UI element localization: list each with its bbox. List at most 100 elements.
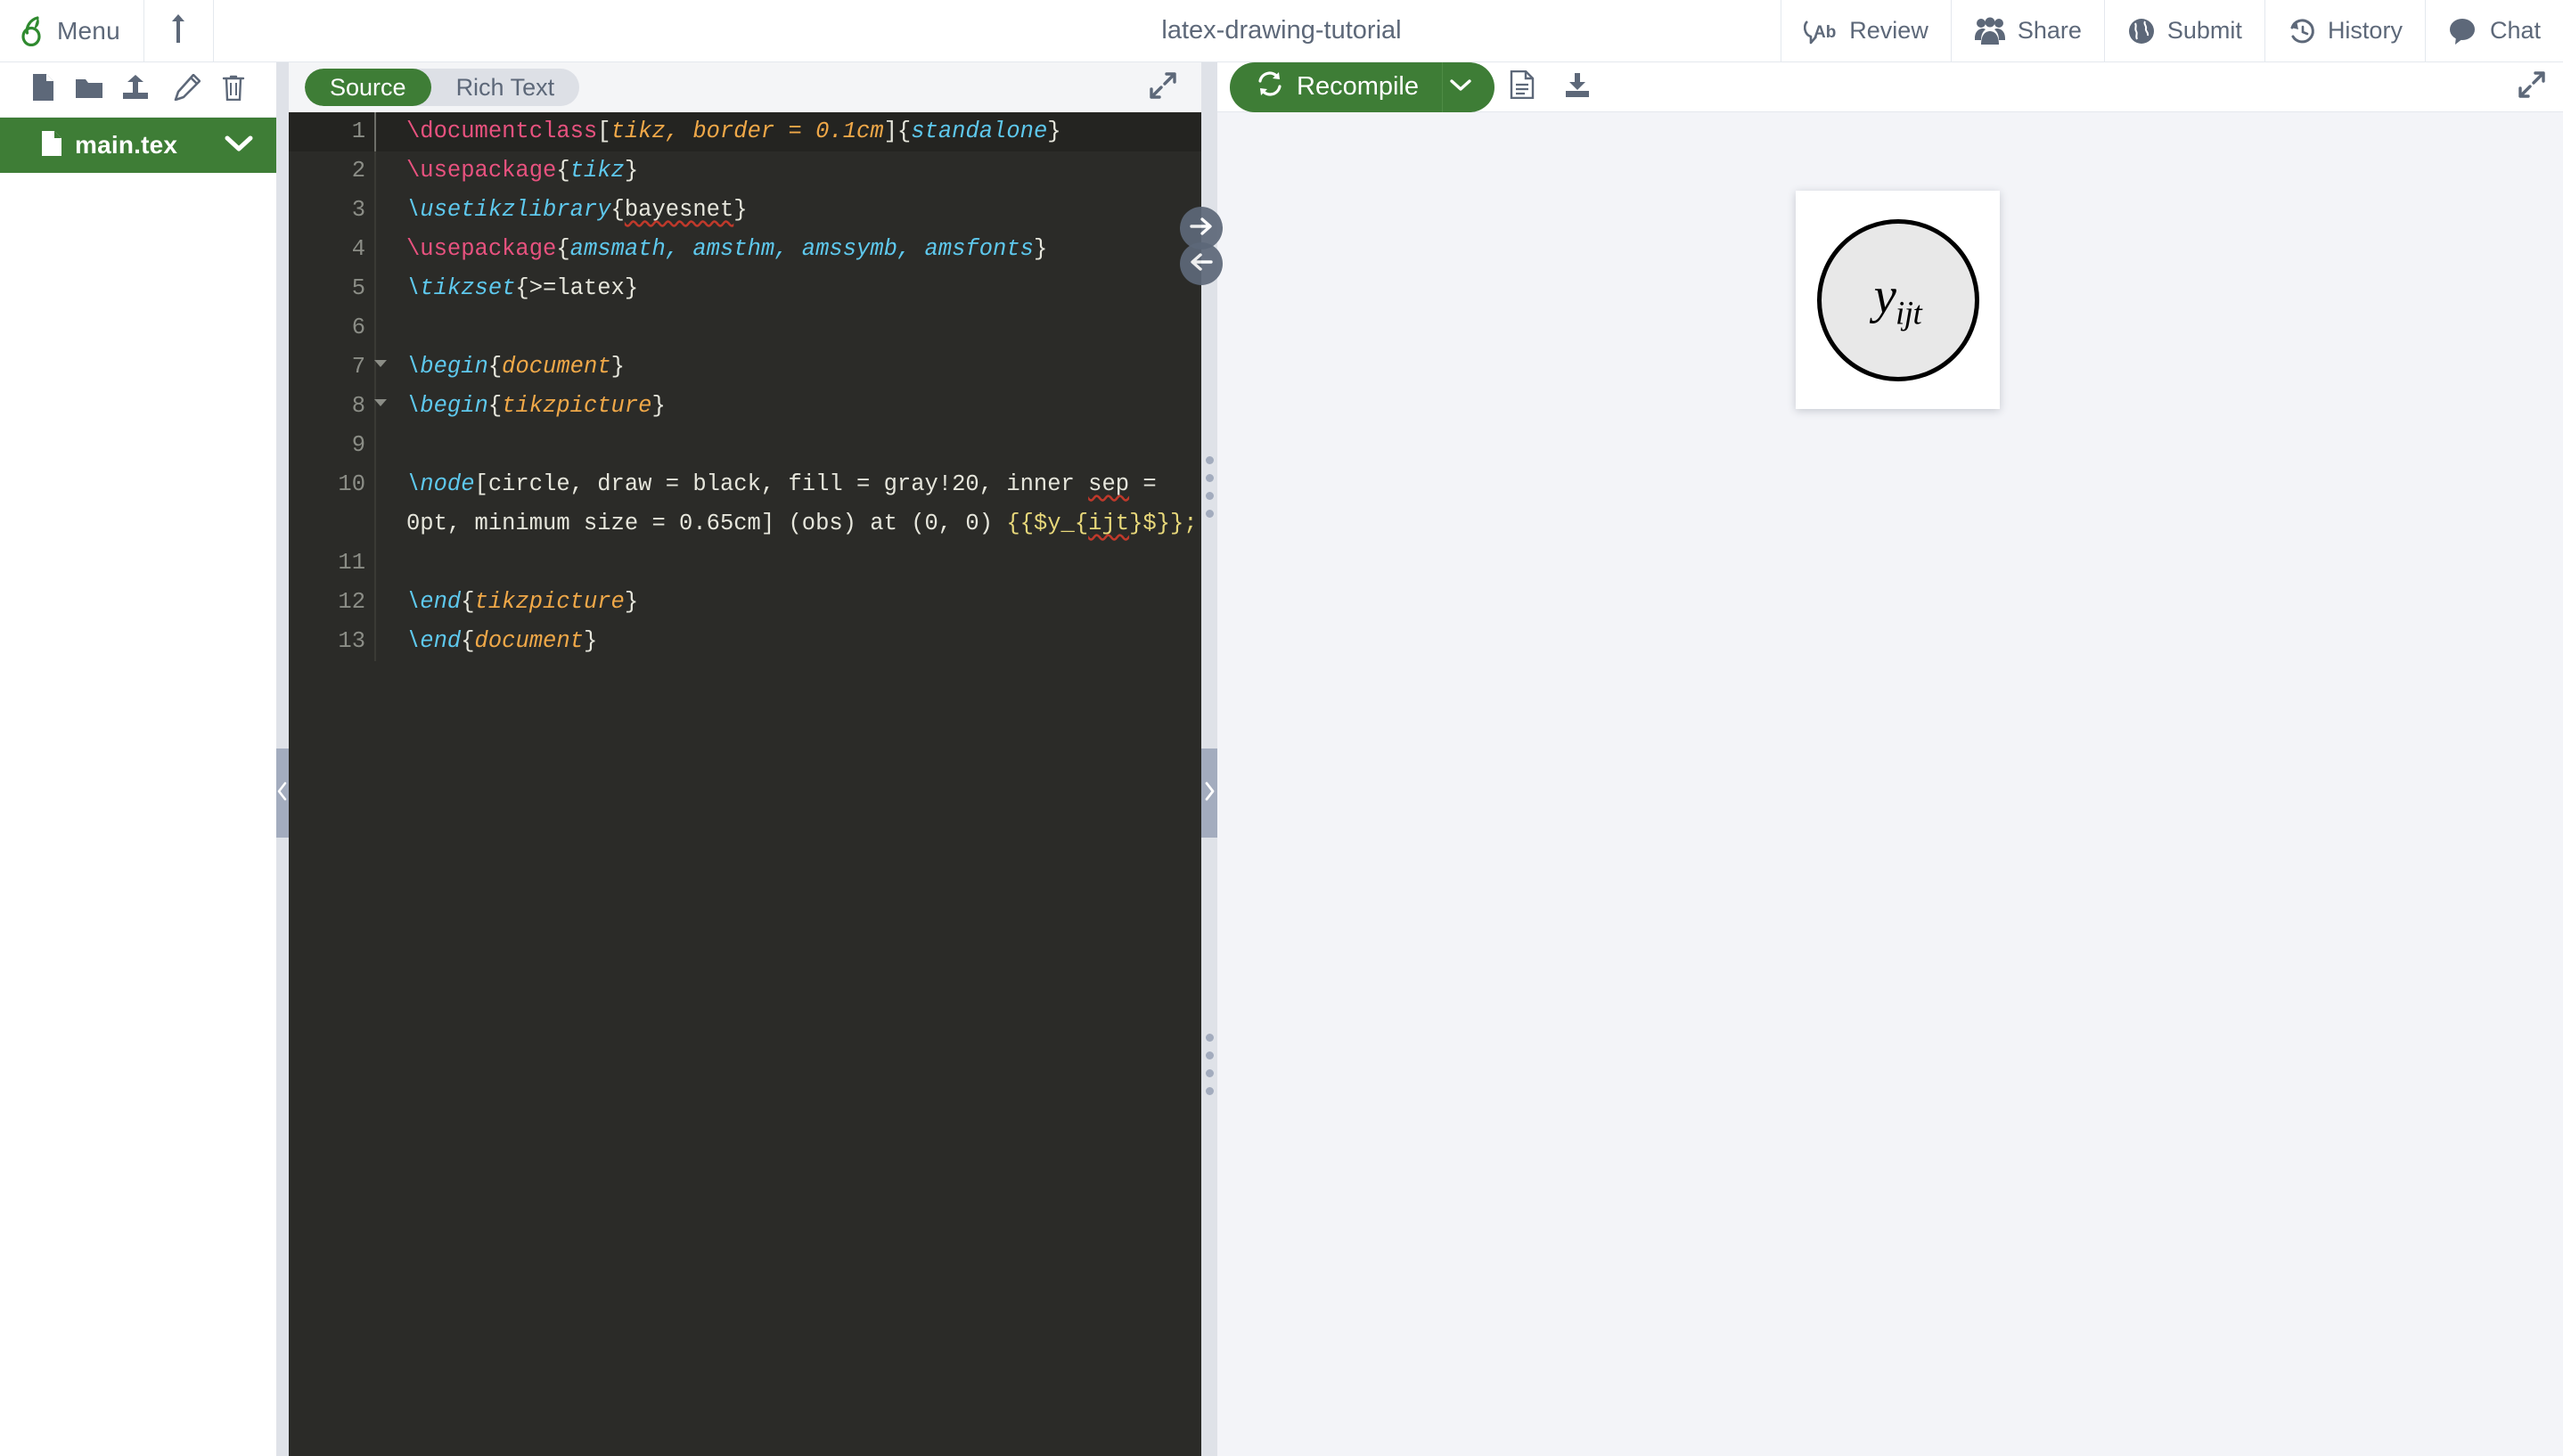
review-ab-icon: Ab — [1804, 17, 1838, 45]
code-line-text[interactable]: \usetikzlibrary{bayesnet} — [374, 191, 1201, 230]
code-line-text[interactable]: \end{tikzpicture} — [374, 583, 1201, 622]
code-line-row[interactable]: 10 \node[circle, draw = black, fill = gra… — [289, 465, 1201, 544]
code-line-text[interactable]: \node[circle, draw = black, fill = gray!… — [374, 465, 1201, 544]
pdf-panel-collapse-handle[interactable] — [1201, 748, 1217, 838]
code-token: bayesnet — [624, 197, 734, 223]
code-line-row[interactable]: 1 \documentclass[tikz, border = 0.1cm]{st… — [289, 112, 1201, 151]
nav-history-label: History — [2327, 17, 2403, 44]
line-number: 9 — [351, 432, 365, 458]
code-token: \end — [406, 589, 462, 615]
code-editor-content[interactable]: 1 \documentclass[tikz, border = 0.1cm]{st… — [289, 112, 1201, 1456]
code-token: { — [556, 236, 570, 262]
code-line-text[interactable] — [374, 544, 1201, 583]
code-line-row[interactable]: 13 \end{document} — [289, 622, 1201, 661]
code-line-text[interactable] — [374, 426, 1201, 465]
compile-logs-icon — [1510, 70, 1535, 103]
code-line-text[interactable]: \usepackage{amsmath, amsthm, amssymb, am… — [374, 230, 1201, 269]
fold-arrow-icon[interactable] — [374, 399, 387, 406]
new-folder-button[interactable] — [66, 75, 112, 104]
code-token: { — [487, 393, 503, 419]
code-token: } — [610, 354, 625, 380]
upload-project-button[interactable] — [144, 0, 214, 61]
code-line-row[interactable]: 7 \begin{document} — [289, 348, 1201, 387]
code-line-row[interactable]: 9 — [289, 426, 1201, 465]
history-clock-icon — [2288, 17, 2316, 45]
recompile-options-button[interactable] — [1442, 61, 1494, 112]
fold-arrow-icon[interactable] — [374, 360, 387, 367]
code-line-text[interactable]: \tikzset{>=latex} — [374, 269, 1201, 308]
code-line-row[interactable]: 6 — [289, 308, 1201, 348]
new-file-button[interactable] — [20, 73, 66, 106]
line-number: 8 — [289, 387, 387, 426]
editor-expand-button[interactable] — [1150, 71, 1176, 103]
recompile-button[interactable]: Recompile — [1230, 61, 1442, 112]
code-line-text[interactable] — [374, 308, 1201, 348]
nav-submit-label: Submit — [2166, 17, 2242, 44]
code-line-text[interactable]: \end{document} — [374, 622, 1201, 661]
code-line-row[interactable]: 5 \tikzset{>=latex} — [289, 269, 1201, 308]
code-line-row[interactable]: 4 \usepackage{amsmath, amsthm, amssymb, a… — [289, 230, 1201, 269]
download-pdf-icon — [1563, 71, 1592, 102]
code-token: } — [733, 197, 748, 223]
upload-arrow-icon — [168, 13, 189, 48]
upload-file-icon — [121, 74, 150, 105]
download-pdf-button[interactable] — [1550, 62, 1605, 112]
sync-to-code-button[interactable] — [1180, 242, 1223, 285]
code-token: { — [461, 589, 475, 615]
file-tree-toolbar — [0, 62, 276, 118]
rename-file-button[interactable] — [164, 73, 210, 105]
new-file-icon — [31, 73, 54, 106]
menu-button[interactable]: Menu — [0, 0, 144, 61]
splitter-grip-top — [1205, 456, 1214, 518]
file-tree-item-main-tex[interactable]: main.tex — [0, 118, 276, 173]
code-line-row[interactable]: 2 \usepackage{tikz} — [289, 151, 1201, 191]
overleaf-logo-icon — [20, 15, 46, 46]
tab-rich-text[interactable]: Rich Text — [431, 69, 580, 106]
nav-review-button[interactable]: Ab Review — [1781, 0, 1951, 61]
code-line-row[interactable]: 12 \end{tikzpicture} — [289, 583, 1201, 622]
code-token: ijt — [1088, 511, 1130, 536]
code-line-text[interactable]: \begin{tikzpicture} — [374, 387, 1201, 426]
code-token: \begin — [406, 354, 488, 380]
code-line-text[interactable]: \usepackage{tikz} — [374, 151, 1201, 191]
code-token: {{$y_{ — [1006, 511, 1089, 536]
menu-label: Menu — [57, 16, 120, 45]
code-token: {>=latex} — [515, 275, 639, 301]
file-tree-item-label: main.tex — [75, 131, 178, 159]
code-line-row[interactable]: 8 \begin{tikzpicture} — [289, 387, 1201, 426]
pdf-viewer-stage[interactable]: yijt — [1217, 112, 2563, 1456]
code-line-text[interactable]: \documentclass[tikz, border = 0.1cm]{sta… — [374, 112, 1201, 151]
tikz-node-circle: yijt — [1816, 218, 1979, 381]
chevron-right-icon — [1203, 781, 1216, 806]
nav-chat-button[interactable]: Chat — [2424, 0, 2563, 61]
pdf-expand-button[interactable] — [2518, 71, 2545, 102]
tikz-node-subscript: ijt — [1895, 295, 1922, 332]
code-line-row[interactable]: 3 \usetikzlibrary{bayesnet} — [289, 191, 1201, 230]
code-token: \end — [406, 628, 462, 654]
upload-file-button[interactable] — [112, 74, 159, 105]
nav-share-button[interactable]: Share — [1950, 0, 2104, 61]
code-line-text[interactable]: \begin{document} — [374, 348, 1201, 387]
chevron-down-icon[interactable] — [225, 135, 253, 157]
nav-history-button[interactable]: History — [2264, 0, 2425, 61]
rename-pencil-icon — [174, 73, 201, 105]
code-token: [circle, draw = black, fill = gray!20, i… — [474, 471, 1089, 497]
tab-source[interactable]: Source — [305, 69, 431, 106]
left-panel-collapse-handle[interactable] — [276, 748, 289, 838]
pdf-preview-panel: Recompile yijt — [1217, 61, 2563, 1456]
code-token: \usetikzlibrary — [406, 197, 611, 223]
expand-diagonal-icon — [2518, 71, 2545, 102]
share-people-icon — [1974, 17, 2006, 45]
compile-logs-button[interactable] — [1494, 62, 1550, 112]
nav-submit-button[interactable]: Submit — [2103, 0, 2264, 61]
code-token: } — [583, 628, 598, 654]
code-token: standalone — [911, 119, 1048, 144]
code-token: sep — [1088, 471, 1130, 497]
line-number: 3 — [351, 197, 365, 223]
code-token: \documentclass — [406, 119, 598, 144]
code-line-row[interactable]: 11 — [289, 544, 1201, 583]
submit-globe-icon — [2127, 17, 2156, 45]
line-number: 5 — [351, 275, 365, 301]
left-panel-splitter[interactable] — [276, 62, 289, 1456]
delete-file-button[interactable] — [210, 74, 257, 105]
